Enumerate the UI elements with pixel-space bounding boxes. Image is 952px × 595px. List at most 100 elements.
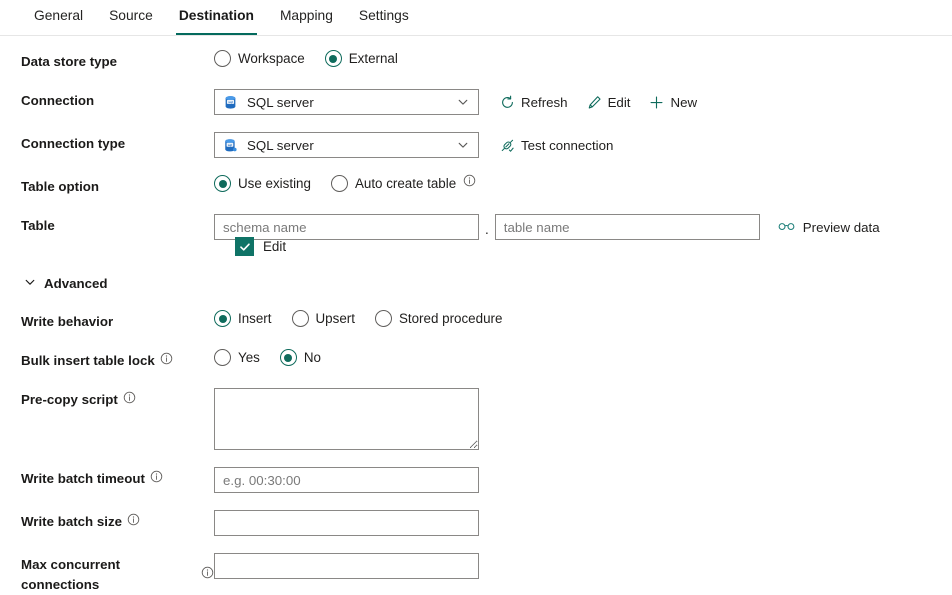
advanced-label: Advanced xyxy=(44,276,108,291)
max-concurrent-connections-input[interactable] xyxy=(214,553,479,579)
tab-destination[interactable]: Destination xyxy=(166,0,267,34)
table-option-label: Table option xyxy=(0,175,214,197)
connection-dropdown[interactable]: sql SQL server xyxy=(214,89,479,115)
radio-stored-procedure[interactable]: Stored procedure xyxy=(375,310,502,327)
pencil-icon xyxy=(587,95,602,110)
tab-settings[interactable]: Settings xyxy=(346,0,422,34)
tab-label: Mapping xyxy=(280,8,333,23)
svg-text:sql: sql xyxy=(228,100,233,104)
bulk-insert-table-lock-radio-group: Yes No xyxy=(214,349,341,366)
radio-circle-icon xyxy=(292,310,309,327)
new-connection-button[interactable]: New xyxy=(649,95,697,110)
tab-mapping[interactable]: Mapping xyxy=(267,0,346,34)
row-max-concurrent-connections: Max concurrent connections xyxy=(0,553,952,595)
radio-label: Insert xyxy=(238,311,272,326)
refresh-button[interactable]: Refresh xyxy=(500,95,568,110)
write-batch-size-label: Write batch size xyxy=(0,510,214,532)
chevron-down-icon xyxy=(457,96,469,108)
radio-label: Auto create table xyxy=(355,176,456,191)
write-batch-timeout-input[interactable] xyxy=(214,467,479,493)
eyeglasses-icon xyxy=(778,220,795,235)
destination-form: Data store type Workspace External Conne… xyxy=(0,36,952,595)
label-text: Write batch size xyxy=(21,512,122,532)
pre-copy-script-label: Pre-copy script xyxy=(0,388,214,410)
advanced-section-toggle[interactable]: Advanced xyxy=(0,276,952,291)
radio-use-existing[interactable]: Use existing xyxy=(214,175,311,192)
preview-data-button[interactable]: Preview data xyxy=(778,220,880,235)
refresh-label: Refresh xyxy=(521,95,568,110)
row-table-option: Table option Use existing Auto create ta… xyxy=(0,175,952,197)
connection-type-value: SQL server xyxy=(247,138,457,153)
row-pre-copy-script: Pre-copy script xyxy=(0,388,952,450)
chevron-down-icon xyxy=(457,139,469,151)
info-icon[interactable] xyxy=(201,566,214,579)
test-connection-button[interactable]: Test connection xyxy=(500,138,613,153)
radio-circle-selected-icon xyxy=(325,50,342,67)
write-behavior-radio-group: Insert Upsert Stored procedure xyxy=(214,310,522,327)
test-connection-label: Test connection xyxy=(521,138,613,153)
tab-source[interactable]: Source xyxy=(96,0,166,34)
table-name-input[interactable] xyxy=(495,214,760,240)
tab-label: Destination xyxy=(179,8,254,23)
checkbox-checked-icon xyxy=(235,237,254,256)
radio-circle-icon xyxy=(214,50,231,67)
write-batch-size-input[interactable] xyxy=(214,510,479,536)
new-label: New xyxy=(670,95,697,110)
connection-value: SQL server xyxy=(247,95,457,110)
write-behavior-label: Write behavior xyxy=(0,310,214,332)
radio-label: Stored procedure xyxy=(399,311,502,326)
connection-commands: Refresh Edit xyxy=(500,95,716,110)
radio-insert[interactable]: Insert xyxy=(214,310,272,327)
write-batch-timeout-label: Write batch timeout xyxy=(0,467,214,489)
info-icon[interactable] xyxy=(127,513,140,526)
radio-label: Workspace xyxy=(238,51,305,66)
data-store-type-label: Data store type xyxy=(0,50,214,72)
row-connection: Connection sql SQL server xyxy=(0,89,952,115)
plug-icon xyxy=(500,138,515,153)
radio-workspace[interactable]: Workspace xyxy=(214,50,305,67)
radio-upsert[interactable]: Upsert xyxy=(292,310,355,327)
connection-type-dropdown[interactable]: sql SQL server xyxy=(214,132,479,158)
info-icon[interactable] xyxy=(160,352,173,365)
row-table: Table . Preview data xyxy=(0,214,952,240)
max-concurrent-connections-label: Max concurrent connections xyxy=(0,553,214,595)
label-text: Bulk insert table lock xyxy=(21,351,155,371)
sql-database-icon: sql xyxy=(223,95,238,110)
radio-external[interactable]: External xyxy=(325,50,398,67)
data-store-type-radio-group: Workspace External xyxy=(214,50,418,67)
tab-general[interactable]: General xyxy=(21,0,96,34)
edit-label: Edit xyxy=(608,95,631,110)
info-icon[interactable] xyxy=(123,391,136,404)
row-data-store-type: Data store type Workspace External xyxy=(0,50,952,72)
radio-circle-icon xyxy=(331,175,348,192)
bulk-insert-table-lock-label: Bulk insert table lock xyxy=(0,349,214,371)
tab-strip: General Source Destination Mapping Setti… xyxy=(0,0,952,36)
row-bulk-insert-table-lock: Bulk insert table lock Yes No xyxy=(0,349,952,371)
preview-data-label: Preview data xyxy=(803,220,880,235)
radio-circle-selected-icon xyxy=(214,310,231,327)
radio-label: Yes xyxy=(238,350,260,365)
radio-bulk-lock-yes[interactable]: Yes xyxy=(214,349,260,366)
info-icon[interactable] xyxy=(150,470,163,483)
refresh-icon xyxy=(500,95,515,110)
radio-circle-icon xyxy=(214,349,231,366)
radio-circle-selected-icon xyxy=(280,349,297,366)
edit-connection-button[interactable]: Edit xyxy=(587,95,631,110)
tab-label: Settings xyxy=(359,8,409,23)
row-write-behavior: Write behavior Insert Upsert Stored proc… xyxy=(0,310,952,332)
radio-circle-selected-icon xyxy=(214,175,231,192)
radio-label: External xyxy=(349,51,398,66)
pre-copy-script-textarea[interactable] xyxy=(214,388,479,450)
sql-database-icon: sql xyxy=(223,138,238,153)
connection-label: Connection xyxy=(0,89,214,111)
label-text: Max concurrent connections xyxy=(21,555,196,595)
schema-table-separator: . xyxy=(485,222,489,240)
radio-circle-icon xyxy=(375,310,392,327)
row-write-batch-size: Write batch size xyxy=(0,510,952,536)
row-connection-type: Connection type sql SQL server xyxy=(0,132,952,158)
radio-auto-create-table[interactable]: Auto create table xyxy=(331,175,476,192)
radio-bulk-lock-no[interactable]: No xyxy=(280,349,321,366)
info-icon[interactable] xyxy=(463,174,476,187)
connection-type-label: Connection type xyxy=(0,132,214,154)
table-edit-label: Edit xyxy=(263,239,286,254)
